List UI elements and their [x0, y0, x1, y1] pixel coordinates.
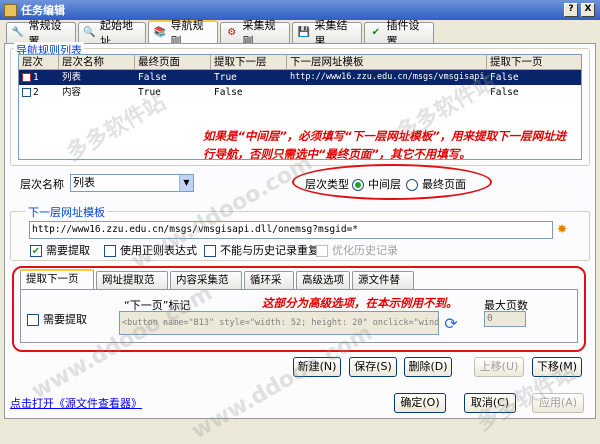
- cell-extract-next: True: [214, 72, 237, 83]
- check-optimize-history[interactable]: 优化历史记录: [316, 242, 398, 258]
- cell-final: False: [138, 72, 167, 83]
- tab-advanced[interactable]: 高级选项: [296, 271, 350, 289]
- books-icon: 📚: [153, 27, 166, 38]
- search-icon: 🔍: [83, 27, 96, 38]
- column-header[interactable]: 层次: [19, 55, 59, 69]
- cell-template: [287, 85, 487, 100]
- column-header[interactable]: 最终页面: [135, 55, 211, 69]
- row-checkbox[interactable]: [22, 73, 31, 82]
- tab-collect-rules[interactable]: ⚙ 采集规则: [220, 19, 290, 48]
- check-icon: ✔: [371, 27, 380, 38]
- cell-next-page: False: [490, 87, 519, 98]
- template-group-title: 下一层网址模板: [26, 204, 107, 220]
- level-type-label: 层次类型: [305, 178, 349, 191]
- check-next-page-extract[interactable]: 需要提取: [27, 311, 87, 327]
- new-button[interactable]: 新建(N): [293, 357, 341, 377]
- save-icon: 💾: [297, 27, 310, 38]
- wand-icon[interactable]: ✸: [554, 220, 570, 238]
- move-down-button[interactable]: 下移(M): [532, 357, 582, 377]
- tab-next-page-url[interactable]: 提取下一页网址: [20, 269, 94, 302]
- tab-collect-results[interactable]: 💾 采集结果: [292, 19, 362, 48]
- close-button[interactable]: X: [581, 3, 595, 17]
- column-header[interactable]: 提取下一页: [487, 55, 581, 69]
- level-name-select[interactable]: 列表 ▼: [70, 174, 194, 192]
- row-checkbox[interactable]: [22, 88, 31, 97]
- settings-icon: 🔧: [11, 27, 24, 38]
- tab-loop-collect[interactable]: 循环采集: [244, 271, 294, 303]
- cell-template: http://www16.zzu.edu.cn/msgs/vmsgisapi..…: [290, 72, 487, 82]
- delete-button[interactable]: 删除(D): [404, 357, 452, 377]
- title-bar: 任务编辑 ? X: [0, 0, 600, 20]
- ok-button[interactable]: 确定(O): [394, 393, 446, 413]
- cell-next-page: False: [490, 72, 519, 83]
- column-header[interactable]: 层次名称: [59, 55, 135, 69]
- tab-start-url[interactable]: 🔍 起始地址: [78, 19, 146, 48]
- save-button[interactable]: 保存(S): [349, 357, 397, 377]
- apply-button[interactable]: 应用(A): [532, 393, 584, 413]
- refresh-icon[interactable]: ⟳: [441, 313, 461, 333]
- annotation-advanced: 这部分为高级选项，在本示例用不到。: [262, 296, 458, 310]
- table-row[interactable]: 2 内容 True False False: [19, 85, 581, 100]
- level-name-label: 层次名称: [20, 178, 64, 191]
- marker-input[interactable]: <button name="B13" style="width: 52; hei…: [119, 311, 439, 335]
- tab-plugin-settings[interactable]: ✔ 插件设置: [364, 19, 434, 48]
- tab-general[interactable]: 🔧常规设置: [6, 19, 76, 48]
- check-need-extract[interactable]: ✔ 需要提取: [30, 242, 90, 258]
- cell-name: 列表: [62, 72, 82, 83]
- help-button[interactable]: ?: [564, 3, 578, 17]
- move-up-button[interactable]: 上移(U): [474, 357, 524, 377]
- tab-content-range[interactable]: 内容采集范围: [170, 271, 242, 303]
- table-header: 层次 层次名称 最终页面 提取下一层 下一层网址模板 提取下一页: [19, 55, 581, 70]
- chevron-down-icon[interactable]: ▼: [179, 175, 193, 191]
- radio-final-page[interactable]: 最终页面: [406, 176, 466, 192]
- open-source-viewer-link[interactable]: 点击打开《源文件查看器》: [10, 395, 142, 411]
- tab-navigation-rules[interactable]: 📚 导航规则: [148, 19, 218, 48]
- tab-url-range[interactable]: 网址提取范围: [96, 271, 168, 303]
- table-row[interactable]: 1 列表 False True http://www16.zzu.edu.cn/…: [19, 70, 581, 85]
- cell-extract-next: False: [214, 87, 243, 98]
- window-title: 任务编辑: [21, 4, 65, 17]
- column-header[interactable]: 提取下一层: [211, 55, 287, 69]
- annotation-middle-layer: 如果是“中间层”，必须填写“下一层网址模板”，用来提取下一层网址进行导航，否则只…: [203, 129, 567, 161]
- cell-name: 内容: [62, 87, 82, 98]
- check-no-duplicate-history[interactable]: 不能与历史记录重复: [204, 242, 319, 258]
- check-use-regex[interactable]: 使用正则表达式: [104, 242, 197, 258]
- tab-source-replace[interactable]: 源文件替换: [352, 271, 414, 303]
- cancel-button[interactable]: 取消(C): [464, 393, 516, 413]
- app-icon: [4, 3, 17, 17]
- gear-icon: ⚙: [227, 27, 237, 38]
- column-header[interactable]: 下一层网址模板: [287, 55, 487, 69]
- max-pages-input[interactable]: 0: [484, 311, 526, 327]
- cell-final: True: [138, 87, 161, 98]
- radio-middle-layer[interactable]: 中间层: [352, 176, 401, 192]
- template-input[interactable]: http://www16.zzu.edu.cn/msgs/vmsgisapi.d…: [29, 221, 553, 239]
